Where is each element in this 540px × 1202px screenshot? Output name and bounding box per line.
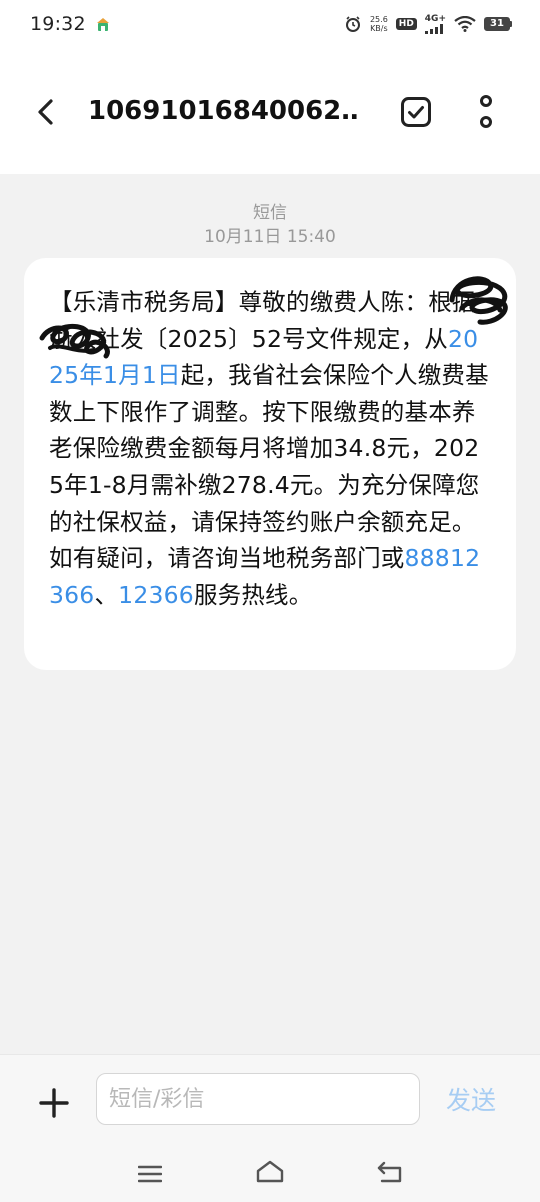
menu-icon <box>138 1165 162 1183</box>
more-options-button[interactable] <box>466 92 506 132</box>
add-attachment-button[interactable] <box>34 1083 74 1123</box>
status-time: 19:32 <box>30 13 86 35</box>
redaction-scribble <box>39 323 110 359</box>
nav-menu-button[interactable] <box>134 1158 166 1190</box>
back-icon <box>377 1161 402 1183</box>
back-button[interactable] <box>26 92 66 132</box>
chevron-left-icon <box>38 99 53 125</box>
nav-home-button[interactable] <box>254 1156 286 1188</box>
message-type-label: 短信 <box>253 203 287 223</box>
conversation-header: 10691016840062… <box>0 48 540 174</box>
wifi-icon <box>454 16 476 32</box>
select-messages-button[interactable] <box>396 92 436 132</box>
status-indicators: 25.6 KB/s HD 4G+ 31 <box>344 13 512 34</box>
message-text-separator: 、 <box>94 580 119 609</box>
message-timestamp: 10月11日 15:40 <box>204 227 336 247</box>
status-bar: 19:32 25.6 KB/s HD 4G+ 31 <box>0 0 540 48</box>
compose-bar: 发送 <box>0 1054 540 1146</box>
message-text-part4: 服务热线。 <box>193 580 313 609</box>
battery-icon: 31 <box>484 17 512 31</box>
network-type: 4G+ <box>424 13 446 24</box>
message-text-part1: 【乐清市税务局】尊敬的缴费人陈 <box>49 288 405 316</box>
message-bubble[interactable]: 【乐清市税务局】尊敬的缴费人陈：根据浙人社发〔2025〕52号文件规定，从202… <box>24 258 516 670</box>
plus-icon <box>39 1088 69 1118</box>
message-text-part3: 起，我省社会保险个人缴费基数上下限作了调整。按下限缴费的基本养老保险缴费金额每月… <box>49 361 489 573</box>
checkbox-square-icon <box>401 97 431 127</box>
send-button[interactable]: 发送 <box>446 1081 496 1117</box>
conversation-title: 10691016840062… <box>88 96 360 126</box>
system-nav-bar <box>0 1146 540 1202</box>
redaction-scribble <box>449 276 508 325</box>
signal-icon <box>424 23 443 34</box>
nav-back-button[interactable] <box>374 1156 406 1188</box>
net-speed: 25.6 KB/s <box>369 15 388 33</box>
battery-level: 31 <box>484 17 510 31</box>
message-input[interactable] <box>96 1073 420 1125</box>
more-vertical-icon <box>480 95 492 128</box>
home-icon <box>256 1160 284 1183</box>
alarm-icon <box>345 16 360 32</box>
message-thread[interactable]: 短信 10月11日 15:40 【乐清市税务局】尊敬的缴费人陈：根据浙人社发〔2… <box>0 174 540 1054</box>
hd-badge: HD <box>395 18 417 30</box>
phone-link-12366[interactable]: 12366 <box>118 581 194 609</box>
app-notification-icon <box>96 18 109 31</box>
cellular-indicator: 4G+ <box>424 13 446 34</box>
